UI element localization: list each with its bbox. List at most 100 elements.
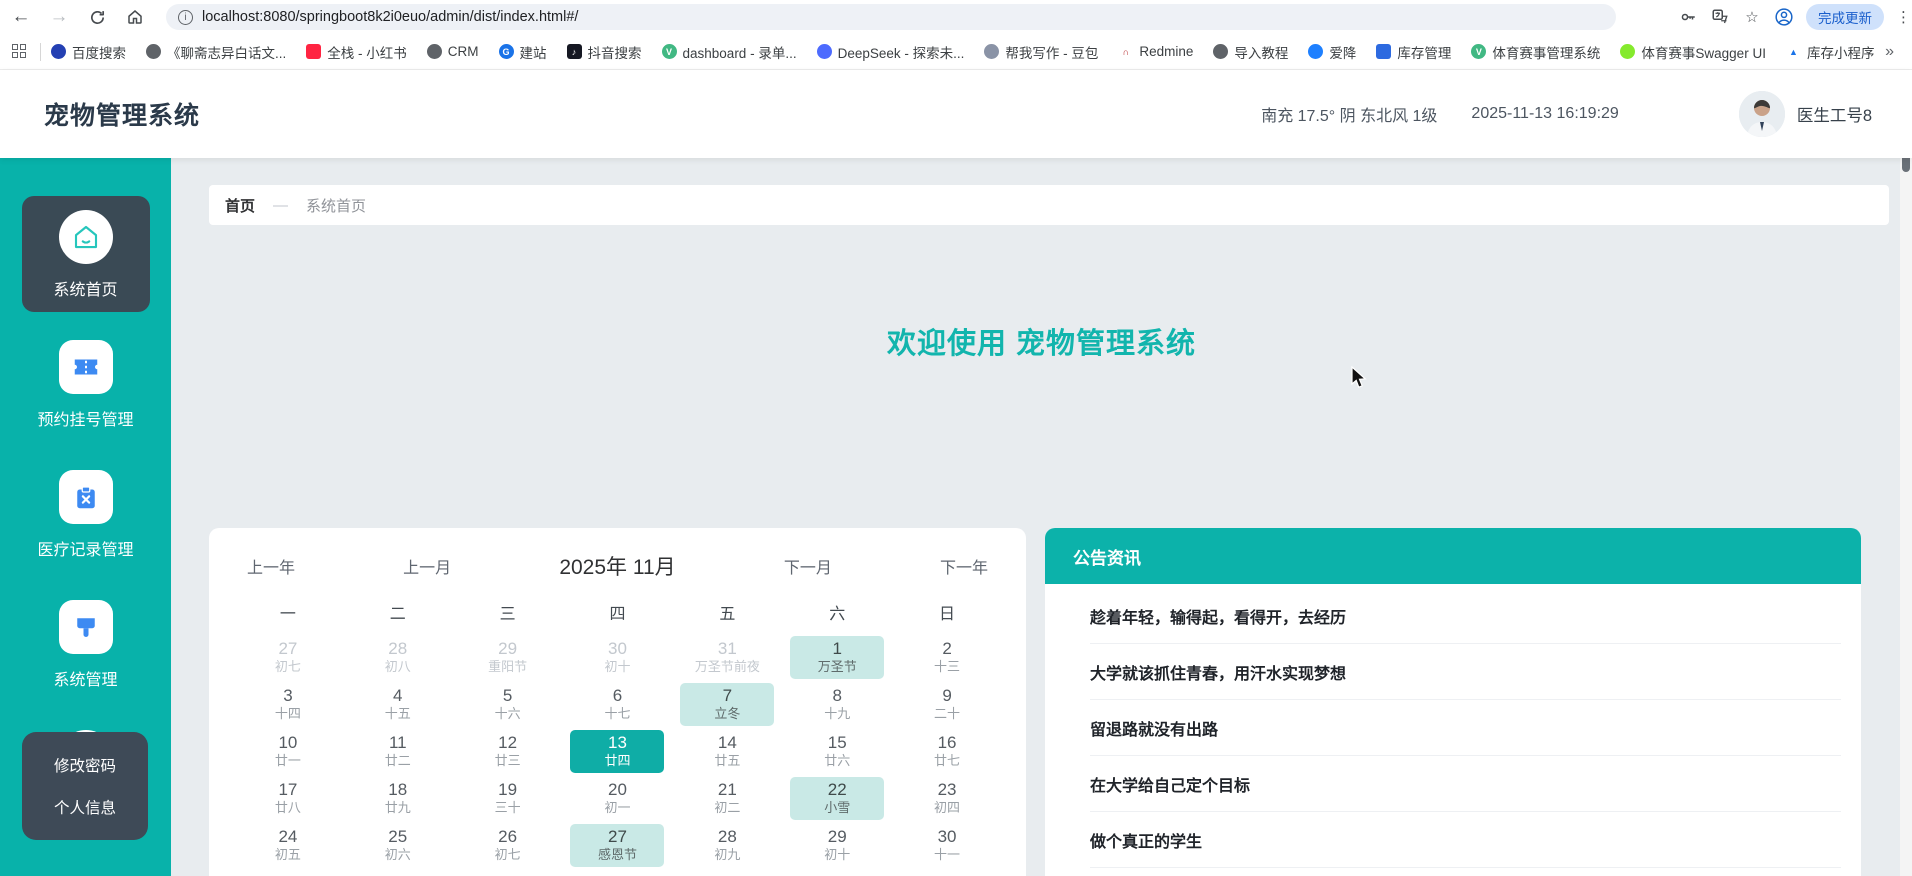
- calendar-day-30[interactable]: 30十一: [900, 824, 994, 867]
- calendar-day-cell[interactable]: 30十一: [892, 822, 1002, 869]
- calendar-day-20[interactable]: 20初一: [570, 777, 664, 820]
- notice-item[interactable]: 在大学给自己定个目标: [1090, 756, 1841, 812]
- bookmark-item[interactable]: CRM: [427, 44, 479, 59]
- notice-item[interactable]: 做个真正的学生: [1090, 812, 1841, 868]
- calendar-day-3[interactable]: 3十四: [241, 683, 335, 726]
- calendar-day-17[interactable]: 17廿八: [241, 777, 335, 820]
- calendar-day-28[interactable]: 28初八: [351, 636, 445, 679]
- calendar-day-cell[interactable]: 30初十: [563, 634, 673, 681]
- calendar-day-21[interactable]: 21初二: [680, 777, 774, 820]
- calendar-day-6[interactable]: 6十七: [570, 683, 664, 726]
- bookmark-item[interactable]: DeepSeek - 探索未...: [817, 42, 965, 62]
- calendar-day-4[interactable]: 4十五: [351, 683, 445, 726]
- calendar-day-cell[interactable]: 7立冬: [672, 681, 782, 728]
- bookmark-item[interactable]: G建站: [499, 42, 547, 62]
- calendar-day-cell[interactable]: 29重阳节: [453, 634, 563, 681]
- calendar-day-cell[interactable]: 15廿六: [782, 728, 892, 775]
- calendar-day-24[interactable]: 24初五: [241, 824, 335, 867]
- calendar-day-cell[interactable]: 6十七: [563, 681, 673, 728]
- address-bar[interactable]: i localhost:8080/springboot8k2i0euo/admi…: [166, 4, 1616, 30]
- calendar-day-8[interactable]: 8十九: [790, 683, 884, 726]
- bookmark-item[interactable]: 体育赛事Swagger UI: [1620, 42, 1766, 62]
- calendar-day-27[interactable]: 27感恩节: [570, 824, 664, 867]
- menu-dots-icon[interactable]: ⋮: [1896, 8, 1906, 26]
- calendar-day-2[interactable]: 2十三: [900, 636, 994, 679]
- bookmark-item[interactable]: V体育赛事管理系统: [1471, 42, 1600, 62]
- breadcrumb-root[interactable]: 首页: [225, 195, 255, 216]
- sidebar-item-3[interactable]: 系统管理: [22, 586, 150, 702]
- notice-item[interactable]: 大学就该抓住青春，用汗水实现梦想: [1090, 644, 1841, 700]
- calendar-day-27[interactable]: 27初七: [241, 636, 335, 679]
- calendar-day-cell[interactable]: 26初七: [453, 822, 563, 869]
- calendar-day-15[interactable]: 15廿六: [790, 730, 884, 773]
- calendar-day-cell[interactable]: 3十四: [233, 681, 343, 728]
- password-key-icon[interactable]: [1678, 7, 1698, 27]
- calendar-prev-month-button[interactable]: 上一月: [403, 554, 451, 578]
- reload-icon[interactable]: [80, 3, 114, 31]
- calendar-day-cell[interactable]: 22小雪: [782, 775, 892, 822]
- calendar-day-cell[interactable]: 13廿四: [563, 728, 673, 775]
- calendar-day-cell[interactable]: 8十九: [782, 681, 892, 728]
- username[interactable]: 医生工号8: [1797, 102, 1872, 126]
- calendar-day-30[interactable]: 30初十: [570, 636, 664, 679]
- calendar-day-cell[interactable]: 24初五: [233, 822, 343, 869]
- calendar-day-cell[interactable]: 11廿二: [343, 728, 453, 775]
- calendar-day-29[interactable]: 29初十: [790, 824, 884, 867]
- sidebar-item-1[interactable]: 预约挂号管理: [22, 326, 150, 442]
- calendar-day-cell[interactable]: 10廿一: [233, 728, 343, 775]
- sidebar-item-2[interactable]: 医疗记录管理: [22, 456, 150, 572]
- calendar-day-cell[interactable]: 19三十: [453, 775, 563, 822]
- bookmark-item[interactable]: Vdashboard - 录单...: [662, 42, 797, 62]
- bookmark-item[interactable]: ∩Redmine: [1118, 44, 1193, 59]
- calendar-day-cell[interactable]: 25初六: [343, 822, 453, 869]
- calendar-day-29[interactable]: 29重阳节: [461, 636, 555, 679]
- notice-item[interactable]: 趁着年轻，输得起，看得开，去经历: [1090, 588, 1841, 644]
- calendar-day-31[interactable]: 31万圣节前夜: [680, 636, 774, 679]
- calendar-day-cell[interactable]: 20初一: [563, 775, 673, 822]
- site-info-icon[interactable]: i: [178, 10, 193, 25]
- bookmark-item[interactable]: 库存管理: [1376, 42, 1451, 62]
- bookmark-star-icon[interactable]: ☆: [1742, 7, 1762, 27]
- bookmark-item[interactable]: ♪抖音搜索: [567, 42, 642, 62]
- avatar[interactable]: [1739, 91, 1785, 137]
- url-text[interactable]: localhost:8080/springboot8k2i0euo/admin/…: [202, 9, 578, 25]
- calendar-day-cell[interactable]: 23初四: [892, 775, 1002, 822]
- calendar-day-cell[interactable]: 28初八: [343, 634, 453, 681]
- calendar-day-cell[interactable]: 18廿九: [343, 775, 453, 822]
- forward-icon[interactable]: →: [42, 3, 76, 31]
- calendar-day-cell[interactable]: 12廿三: [453, 728, 563, 775]
- calendar-day-cell[interactable]: 1万圣节: [782, 634, 892, 681]
- calendar-day-14[interactable]: 14廿五: [680, 730, 774, 773]
- calendar-day-cell[interactable]: 29初十: [782, 822, 892, 869]
- back-icon[interactable]: ←: [4, 3, 38, 31]
- bookmark-item[interactable]: ▲库存小程序: [1786, 42, 1875, 62]
- bookmark-item[interactable]: 全栈 - 小红书: [306, 42, 407, 62]
- bookmark-item[interactable]: 爱降: [1308, 42, 1356, 62]
- bookmarks-overflow-icon[interactable]: »: [1885, 43, 1894, 61]
- calendar-day-cell[interactable]: 31万圣节前夜: [672, 634, 782, 681]
- calendar-day-cell[interactable]: 4十五: [343, 681, 453, 728]
- calendar-day-cell[interactable]: 5十六: [453, 681, 563, 728]
- calendar-day-12[interactable]: 12廿三: [461, 730, 555, 773]
- calendar-day-28[interactable]: 28初九: [680, 824, 774, 867]
- calendar-day-cell[interactable]: 27感恩节: [563, 822, 673, 869]
- calendar-day-7[interactable]: 7立冬: [680, 683, 774, 726]
- calendar-day-cell[interactable]: 28初九: [672, 822, 782, 869]
- calendar-day-cell[interactable]: 9二十: [892, 681, 1002, 728]
- calendar-day-23[interactable]: 23初四: [900, 777, 994, 820]
- home-icon[interactable]: [118, 3, 152, 31]
- calendar-day-cell[interactable]: 16廿七: [892, 728, 1002, 775]
- calendar-day-13[interactable]: 13廿四: [570, 730, 664, 773]
- update-chrome-button[interactable]: 完成更新: [1806, 4, 1884, 30]
- calendar-day-16[interactable]: 16廿七: [900, 730, 994, 773]
- bookmark-item[interactable]: 帮我写作 - 豆包: [984, 42, 1098, 62]
- submenu-change-password[interactable]: 修改密码: [54, 746, 116, 784]
- calendar-day-22[interactable]: 22小雪: [790, 777, 884, 820]
- calendar-day-1[interactable]: 1万圣节: [790, 636, 884, 679]
- calendar-day-cell[interactable]: 27初七: [233, 634, 343, 681]
- calendar-day-cell[interactable]: 21初二: [672, 775, 782, 822]
- translate-icon[interactable]: [1710, 7, 1730, 27]
- sidebar-item-0[interactable]: 系统首页: [22, 196, 150, 312]
- scrollbar[interactable]: [1900, 70, 1912, 876]
- bookmark-item[interactable]: 百度搜索: [51, 42, 126, 62]
